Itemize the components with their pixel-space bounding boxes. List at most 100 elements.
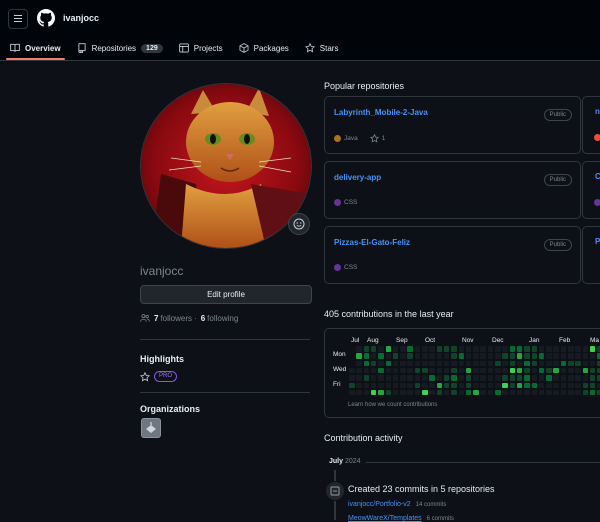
contribution-day-cell[interactable] xyxy=(473,382,479,389)
commit-summary[interactable]: Created 23 commits in 5 repositories xyxy=(348,484,495,494)
github-logo-icon[interactable] xyxy=(37,9,55,27)
contribution-day-cell[interactable] xyxy=(589,353,596,359)
contribution-day-cell[interactable] xyxy=(392,353,399,359)
contribution-day-cell[interactable] xyxy=(451,360,457,367)
set-status-button[interactable] xyxy=(288,213,310,235)
contribution-day-cell[interactable] xyxy=(349,375,355,381)
contribution-day-cell[interactable] xyxy=(575,360,581,367)
contribution-day-cell[interactable] xyxy=(568,389,574,396)
contribution-day-cell[interactable] xyxy=(502,360,508,367)
contribution-day-cell[interactable] xyxy=(349,382,355,389)
contribution-day-cell[interactable] xyxy=(509,353,516,359)
contribution-day-cell[interactable] xyxy=(436,389,443,396)
contribution-day-cell[interactable] xyxy=(429,360,435,367)
contribution-day-cell[interactable] xyxy=(458,346,465,352)
contribution-day-cell[interactable] xyxy=(414,382,421,389)
contribution-day-cell[interactable] xyxy=(465,375,472,381)
contribution-day-cell[interactable] xyxy=(443,353,450,359)
repo-stars[interactable]: 1 xyxy=(382,135,386,142)
contribution-day-cell[interactable] xyxy=(546,346,552,352)
following-label[interactable]: following xyxy=(207,314,238,323)
contribution-day-cell[interactable] xyxy=(422,360,428,367)
contribution-day-cell[interactable] xyxy=(531,360,538,367)
contribution-day-cell[interactable] xyxy=(363,367,370,374)
contribution-day-cell[interactable] xyxy=(560,375,567,381)
contribution-day-cell[interactable] xyxy=(568,367,574,374)
contribution-day-cell[interactable] xyxy=(516,375,523,381)
contribution-day-cell[interactable] xyxy=(495,367,501,374)
contribution-day-cell[interactable] xyxy=(392,346,399,352)
contribution-day-cell[interactable] xyxy=(392,382,399,389)
contribution-day-cell[interactable] xyxy=(480,382,486,389)
learn-contributions-link[interactable]: Learn how we count contributions xyxy=(348,402,437,408)
commit-count[interactable]: 14 commits xyxy=(416,502,447,508)
contribution-day-cell[interactable] xyxy=(487,360,494,367)
contribution-day-cell[interactable] xyxy=(392,375,399,381)
contribution-day-cell[interactable] xyxy=(414,389,421,396)
contribution-day-cell[interactable] xyxy=(458,382,465,389)
contribution-day-cell[interactable] xyxy=(553,389,559,396)
contribution-day-cell[interactable] xyxy=(582,382,589,389)
contribution-day-cell[interactable] xyxy=(502,367,508,374)
contribution-day-cell[interactable] xyxy=(553,360,559,367)
contribution-day-cell[interactable] xyxy=(582,353,589,359)
contribution-day-cell[interactable] xyxy=(575,389,581,396)
contribution-day-cell[interactable] xyxy=(443,367,450,374)
contribution-day-cell[interactable] xyxy=(568,375,574,381)
contribution-day-cell[interactable] xyxy=(495,375,501,381)
contribution-day-cell[interactable] xyxy=(407,360,413,367)
contribution-day-cell[interactable] xyxy=(568,353,574,359)
contribution-day-cell[interactable] xyxy=(385,360,392,367)
contribution-day-cell[interactable] xyxy=(516,346,523,352)
contribution-day-cell[interactable] xyxy=(465,353,472,359)
contribution-day-cell[interactable] xyxy=(553,375,559,381)
contribution-day-cell[interactable] xyxy=(546,360,552,367)
contribution-day-cell[interactable] xyxy=(407,389,413,396)
contribution-day-cell[interactable] xyxy=(436,346,443,352)
contribution-day-cell[interactable] xyxy=(451,375,457,381)
contribution-day-cell[interactable] xyxy=(509,375,516,381)
contribution-day-cell[interactable] xyxy=(363,375,370,381)
contribution-day-cell[interactable] xyxy=(422,382,428,389)
contribution-day-cell[interactable] xyxy=(451,367,457,374)
tab-packages[interactable]: Packages xyxy=(233,38,295,58)
repo-name-link[interactable]: P xyxy=(595,237,600,246)
contribution-day-cell[interactable] xyxy=(451,382,457,389)
contribution-day-cell[interactable] xyxy=(502,353,508,359)
contribution-day-cell[interactable] xyxy=(509,389,516,396)
tab-overview[interactable]: Overview xyxy=(4,38,67,60)
contribution-day-cell[interactable] xyxy=(356,367,362,374)
contribution-day-cell[interactable] xyxy=(378,389,384,396)
contribution-day-cell[interactable] xyxy=(560,360,567,367)
contribution-day-cell[interactable] xyxy=(473,389,479,396)
contribution-day-cell[interactable] xyxy=(582,375,589,381)
repo-name-link[interactable]: n xyxy=(595,107,600,116)
contribution-day-cell[interactable] xyxy=(400,367,406,374)
contribution-day-cell[interactable] xyxy=(589,389,596,396)
contribution-day-cell[interactable] xyxy=(443,375,450,381)
contribution-day-cell[interactable] xyxy=(553,367,559,374)
contribution-day-cell[interactable] xyxy=(480,367,486,374)
contribution-day-cell[interactable] xyxy=(422,346,428,352)
commit-repo-link[interactable]: ivanjocc/Portfolio-v2 xyxy=(348,501,411,508)
contribution-day-cell[interactable] xyxy=(473,360,479,367)
contribution-day-cell[interactable] xyxy=(436,375,443,381)
contribution-day-cell[interactable] xyxy=(349,389,355,396)
contribution-day-cell[interactable] xyxy=(538,353,545,359)
contribution-day-cell[interactable] xyxy=(400,360,406,367)
contribution-day-cell[interactable] xyxy=(531,382,538,389)
contribution-day-cell[interactable] xyxy=(495,360,501,367)
contribution-day-cell[interactable] xyxy=(414,346,421,352)
contribution-day-cell[interactable] xyxy=(531,375,538,381)
contribution-day-cell[interactable] xyxy=(509,367,516,374)
contribution-day-cell[interactable] xyxy=(473,353,479,359)
contribution-day-cell[interactable] xyxy=(385,353,392,359)
contribution-day-cell[interactable] xyxy=(370,382,377,389)
contribution-day-cell[interactable] xyxy=(589,367,596,374)
contribution-day-cell[interactable] xyxy=(429,346,435,352)
contribution-day-cell[interactable] xyxy=(531,353,538,359)
contribution-day-cell[interactable] xyxy=(524,389,530,396)
contribution-day-cell[interactable] xyxy=(429,353,435,359)
contribution-day-cell[interactable] xyxy=(502,375,508,381)
contribution-day-cell[interactable] xyxy=(451,389,457,396)
